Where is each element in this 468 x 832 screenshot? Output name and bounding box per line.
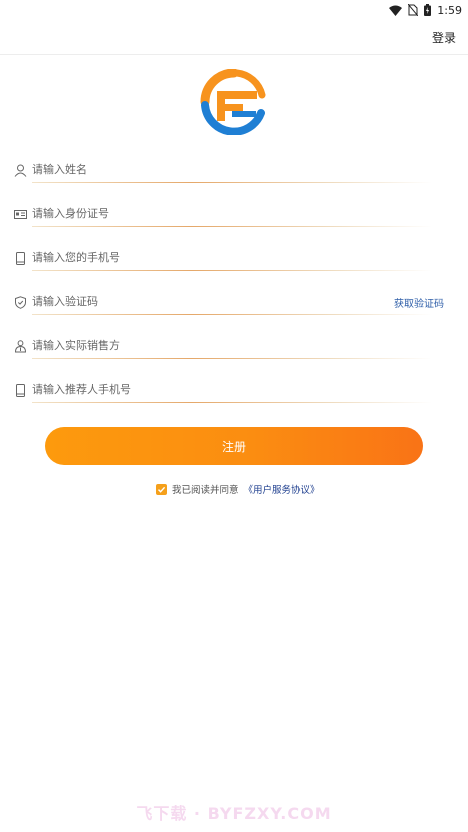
referrer-phone-input[interactable] — [32, 378, 352, 400]
user-agreement-link[interactable]: 《用户服务协议》 — [244, 482, 320, 496]
phone-input[interactable] — [32, 246, 352, 268]
shield-icon — [14, 294, 27, 309]
id-number-input[interactable] — [32, 202, 352, 224]
agreement-checkbox[interactable] — [156, 483, 167, 495]
login-link[interactable]: 登录 — [432, 29, 456, 46]
phone-field — [0, 244, 468, 274]
get-code-button[interactable]: 获取验证码 — [394, 295, 444, 310]
phone-icon — [14, 250, 27, 265]
user-icon — [14, 162, 27, 177]
verification-code-field: 获取验证码 — [0, 288, 468, 318]
verification-code-input[interactable] — [32, 290, 332, 312]
clock-time: 1:59 — [437, 3, 462, 17]
status-icons: 1:59 — [389, 2, 462, 18]
register-button[interactable]: 注册 — [45, 427, 423, 465]
seller-field — [0, 332, 468, 362]
field-underline — [32, 270, 432, 271]
referrer-phone-field — [0, 376, 468, 406]
name-input[interactable] — [32, 158, 352, 180]
name-field — [0, 156, 468, 186]
id-number-field — [0, 200, 468, 230]
field-underline — [32, 226, 432, 227]
field-underline — [32, 314, 432, 315]
watermark: 飞下载 · BYFZXY.COM — [136, 804, 332, 823]
phone-icon — [14, 382, 27, 397]
seller-icon — [14, 338, 27, 353]
checkmark-icon — [158, 486, 166, 493]
seller-input[interactable] — [32, 334, 352, 356]
status-bar: 1:59 — [0, 0, 468, 20]
field-underline — [32, 358, 432, 359]
no-sim-icon — [408, 4, 419, 16]
id-card-icon — [14, 206, 27, 219]
field-underline — [32, 182, 432, 183]
agreement-text: 我已阅读并同意 — [172, 485, 239, 496]
battery-icon — [424, 4, 432, 16]
agreement-row: 我已阅读并同意 《用户服务协议》 — [156, 482, 320, 496]
header: 登录 — [0, 20, 468, 55]
field-underline — [32, 402, 432, 403]
app-logo — [199, 68, 269, 136]
wifi-icon — [389, 5, 403, 16]
